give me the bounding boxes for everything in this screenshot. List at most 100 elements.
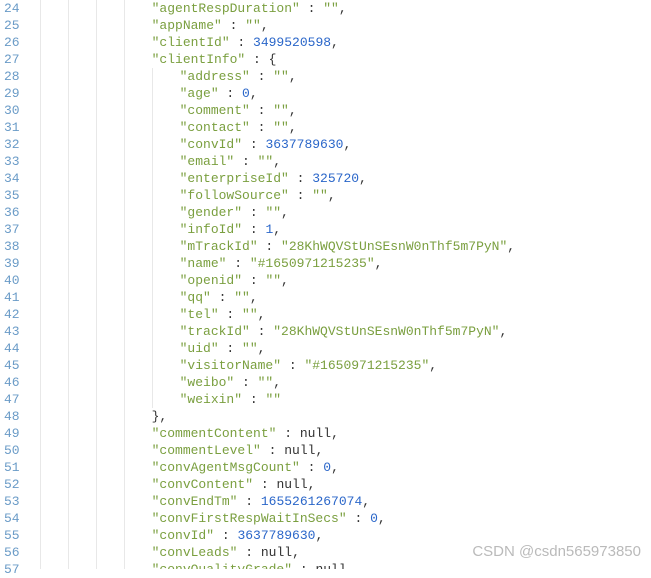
json-comma: , (258, 341, 266, 356)
json-comma: , (359, 171, 367, 186)
json-colon: : (219, 307, 242, 322)
json-comma: , (331, 35, 339, 50)
json-key: "clientId" (152, 35, 230, 50)
json-colon: : (237, 545, 260, 560)
json-colon: : (222, 18, 245, 33)
json-key: "convId" (152, 528, 214, 543)
json-colon: : (242, 273, 265, 288)
json-key: "age" (180, 86, 219, 101)
json-colon: : (242, 392, 265, 407)
json-value: null (276, 477, 307, 492)
json-colon: : (292, 562, 315, 569)
code-editor: 24252627▾2829303132333435363738394041424… (0, 0, 651, 572)
line-number: 28 (4, 68, 20, 85)
json-colon: : (250, 324, 273, 339)
json-key: "weixin" (180, 392, 242, 407)
json-key: "tel" (180, 307, 219, 322)
json-value: 0 (242, 86, 250, 101)
json-colon: : (219, 341, 242, 356)
json-comma: , (289, 120, 297, 135)
json-key: "address" (180, 69, 250, 84)
json-key: "followSource" (180, 188, 289, 203)
json-value: "" (234, 290, 250, 305)
line-number: 34 (4, 170, 20, 187)
code-line: "convFirstRespWaitInSecs" : 0, (40, 510, 651, 527)
json-value: null (300, 426, 331, 441)
json-value: "" (242, 307, 258, 322)
json-comma: , (347, 562, 355, 569)
json-key: "appName" (152, 18, 222, 33)
line-number: 52 (4, 476, 20, 493)
json-comma: , (331, 460, 339, 475)
code-line: "appName" : "", (40, 17, 651, 34)
line-number: 26 (4, 34, 20, 51)
json-key: "agentRespDuration" (152, 1, 300, 16)
json-comma: , (315, 443, 323, 458)
code-line: "visitorName" : "#1650971215235", (40, 357, 651, 374)
code-line: "uid" : "", (40, 340, 651, 357)
line-number: 50 (4, 442, 20, 459)
json-value: "28KhWQVStUnSEsnW0nThf5m7PyN" (281, 239, 507, 254)
json-colon: : (250, 69, 273, 84)
json-comma: , (378, 511, 386, 526)
json-colon: : (289, 188, 312, 203)
json-value: null (261, 545, 292, 560)
json-value: "" (265, 273, 281, 288)
code-line: "clientInfo" : { (40, 51, 651, 68)
code-line: "gender" : "", (40, 204, 651, 221)
code-line: "tel" : "", (40, 306, 651, 323)
json-value: "" (312, 188, 328, 203)
code-line: "openid" : "", (40, 272, 651, 289)
code-area[interactable]: "agentRespDuration" : "","appName" : "",… (38, 0, 651, 572)
code-line: "trackId" : "28KhWQVStUnSEsnW0nThf5m7PyN… (40, 323, 651, 340)
json-comma: , (328, 188, 336, 203)
line-number: 24 (4, 0, 20, 17)
json-colon: : (242, 205, 265, 220)
json-value: null (315, 562, 346, 569)
json-comma: , (339, 1, 347, 16)
json-value: "" (265, 205, 281, 220)
code-line: "age" : 0, (40, 85, 651, 102)
line-number: 33 (4, 153, 20, 170)
json-comma: , (343, 137, 351, 152)
json-colon: : (211, 290, 234, 305)
json-key: "qq" (180, 290, 211, 305)
json-colon: : (261, 443, 284, 458)
json-comma: , (308, 477, 316, 492)
json-key: "comment" (180, 103, 250, 118)
json-comma: , (289, 69, 297, 84)
json-value: "#1650971215235" (304, 358, 429, 373)
json-colon: : (347, 511, 370, 526)
code-line: "convEndTm" : 1655261267074, (40, 493, 651, 510)
json-value: { (269, 52, 277, 67)
json-value: "" (258, 375, 274, 390)
json-value: "" (242, 341, 258, 356)
code-line: "qq" : "", (40, 289, 651, 306)
json-colon: : (234, 154, 257, 169)
json-colon: : (250, 120, 273, 135)
line-number: 55 (4, 527, 20, 544)
json-key: "clientInfo" (152, 52, 246, 67)
json-key: "mTrackId" (180, 239, 258, 254)
json-key: "infoId" (180, 222, 242, 237)
code-line: "email" : "", (40, 153, 651, 170)
json-colon: : (242, 222, 265, 237)
json-comma: , (292, 545, 300, 560)
json-key: "uid" (180, 341, 219, 356)
json-value: 3499520598 (253, 35, 331, 50)
json-value: "" (273, 120, 289, 135)
json-comma: , (250, 290, 258, 305)
line-number: 29 (4, 85, 20, 102)
json-comma: , (362, 494, 370, 509)
line-number: 45 (4, 357, 20, 374)
code-line: "mTrackId" : "28KhWQVStUnSEsnW0nThf5m7Py… (40, 238, 651, 255)
json-comma: , (258, 307, 266, 322)
json-colon: : (300, 460, 323, 475)
code-line: "convQualityGrade" : null, (40, 561, 651, 569)
code-line: }, (40, 408, 651, 425)
json-comma: , (429, 358, 437, 373)
json-key: "commentLevel" (152, 443, 261, 458)
json-colon: : (237, 494, 260, 509)
json-comma: , (375, 256, 383, 271)
json-colon: : (230, 35, 253, 50)
